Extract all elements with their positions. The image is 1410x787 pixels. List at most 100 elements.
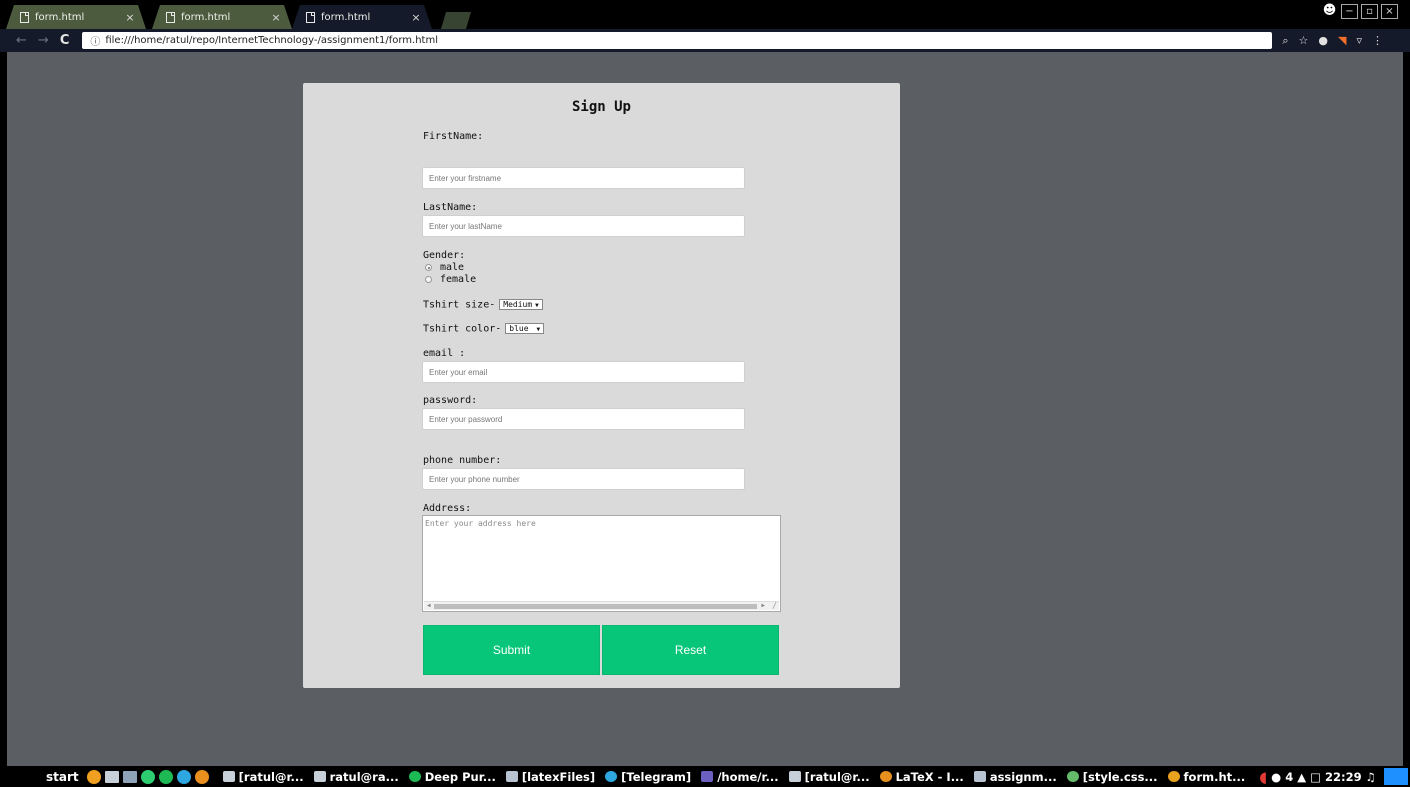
taskbar: start [ratul@r... ratul@ra... Deep Pur..… [0,766,1410,787]
tab-3-active[interactable]: form.html × [292,5,432,29]
info-icon[interactable]: ⓘ [90,33,100,48]
tshirt-color-label: Tshirt color- [423,323,502,335]
chevron-down-icon: ▼ [535,302,539,309]
atom-icon [1066,771,1079,782]
tab-close-icon[interactable]: × [124,11,136,24]
tshirt-size-label: Tshirt size- [423,299,496,311]
page-icon [166,12,175,23]
task-label: form.ht... [1183,769,1246,784]
profile-icon[interactable]: ☻ [1321,4,1338,19]
zoom-icon[interactable]: ⌕ [1282,34,1288,48]
scroll-right-icon[interactable]: ▶ [761,602,765,609]
resize-grip-icon[interactable]: ∕ [772,601,777,610]
close-window-button[interactable]: × [1381,4,1398,19]
telegram-icon[interactable] [176,769,191,784]
scroll-left-icon[interactable]: ◀ [427,602,431,609]
task-label: /home/r... [717,769,779,784]
scrollbar-thumb[interactable] [434,604,757,609]
user-icon[interactable]: ▲ [1297,770,1306,784]
signup-form: Sign Up FirstName: LastName: Gender: mal… [303,83,900,688]
tshirt-size-row: Tshirt size- Medium ▼ [423,299,543,311]
chevron-down-icon: ▼ [536,326,541,333]
tshirt-color-select[interactable]: blue ▼ [505,323,545,334]
extension-icon[interactable]: ● [1318,34,1328,47]
menu-icon[interactable]: ⋮ [1372,34,1383,47]
bookmark-star-icon[interactable]: ☆ [1299,34,1309,47]
task-label: ratul@ra... [329,769,399,784]
reset-button[interactable]: Reset [602,625,779,675]
gender-option-male[interactable]: male [425,262,464,273]
task-item[interactable]: /home/r... [701,769,779,784]
folder-icon[interactable] [122,770,137,783]
new-tab-button[interactable] [441,12,471,29]
pocket-icon[interactable]: ▿ [1356,34,1362,47]
notification-count: 4 [1285,769,1294,784]
notification-icon[interactable]: ● [1271,770,1281,784]
female-radio[interactable] [425,276,432,283]
tshirt-color-value: blue [509,324,529,333]
start-button[interactable]: start [46,770,79,784]
gender-option-female[interactable]: female [425,274,476,285]
forward-button[interactable]: → [38,33,49,48]
chrome-icon [1167,771,1180,782]
reload-button[interactable]: C [60,33,70,48]
terminal-icon [788,771,801,782]
task-label: [style.css... [1082,769,1158,784]
password-label: password: [423,395,478,406]
restore-button[interactable]: ▫ [1361,4,1378,19]
page-icon [306,12,315,23]
lastname-input[interactable] [422,215,745,237]
volume-icon[interactable] [140,769,155,784]
extension-orange-icon[interactable]: ◥ [1338,34,1346,47]
firefox-icon[interactable] [194,769,209,784]
music-icon[interactable]: ♫ [1366,770,1376,784]
tab-close-icon[interactable]: × [410,11,422,24]
tab-strip: form.html × form.html × form.html × ☻ − … [0,0,1410,29]
task-label: Deep Pur... [424,769,496,784]
page-viewport: Sign Up FirstName: LastName: Gender: mal… [7,52,1403,766]
tab-close-icon[interactable]: × [270,11,282,24]
address-placeholder: Enter your address here [425,519,536,528]
firefox-icon[interactable] [86,769,101,784]
folder-icon [505,771,518,782]
toolbar-icons: ⌕ ☆ ● ◥ ▿ ⋮ [1282,34,1383,48]
back-button[interactable]: ← [16,33,27,48]
c-app-icon[interactable]: ◖ [1259,768,1267,786]
tab-label: form.html [321,11,371,23]
url-text: file:///home/ratul/repo/InternetTechnolo… [105,35,439,46]
task-item[interactable]: LaTeX - I... [879,770,964,784]
address-bar[interactable]: ⓘ file:///home/ratul/repo/InternetTechno… [82,32,1273,49]
horizontal-scrollbar[interactable]: ◀ ▶ ∕ [424,601,779,610]
task-item[interactable]: [ratul@r... [788,770,870,784]
minimize-button[interactable]: − [1341,4,1358,19]
tab-label: form.html [35,11,85,23]
password-input[interactable] [422,408,745,430]
task-item[interactable]: [Telegram] [605,770,691,784]
task-label: assignm... [989,769,1057,784]
firstname-input[interactable] [422,167,745,189]
task-item[interactable]: assignm... [973,769,1057,784]
task-item[interactable]: [latexFiles] [505,769,596,784]
browser-toolbar: ← → C ⓘ file:///home/ratul/repo/Internet… [0,29,1410,52]
spotify-icon[interactable] [158,769,173,784]
telegram-icon [605,771,618,782]
tab-1[interactable]: form.html × [6,5,146,29]
show-desktop-button[interactable] [1383,768,1408,785]
page-icon [20,12,29,23]
male-radio[interactable] [425,264,432,271]
clock: 22:29 [1324,769,1362,784]
task-item[interactable]: Deep Pur... [408,769,496,784]
tshirt-size-select[interactable]: Medium ▼ [499,299,543,310]
address-textarea[interactable]: Enter your address here ◀ ▶ ∕ [422,515,781,612]
task-item[interactable]: [ratul@r... [222,770,304,784]
tab-2[interactable]: form.html × [152,5,292,29]
email-input[interactable] [422,361,745,383]
task-item[interactable]: ratul@ra... [313,769,399,784]
task-label: [latexFiles] [521,769,596,784]
terminal-icon[interactable] [104,770,119,783]
display-icon[interactable]: □ [1310,770,1321,784]
phone-input[interactable] [422,468,745,490]
task-item[interactable]: [style.css... [1066,769,1158,784]
task-item[interactable]: form.ht... [1167,769,1246,784]
submit-button[interactable]: Submit [423,625,600,675]
